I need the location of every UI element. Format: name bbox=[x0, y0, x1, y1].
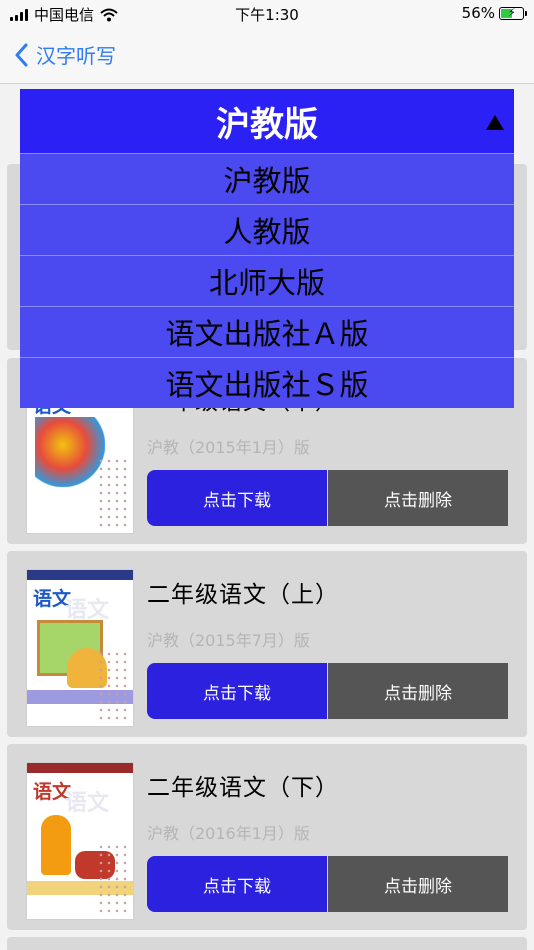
battery-icon: ⚡ bbox=[499, 5, 527, 20]
cover-grid bbox=[97, 843, 129, 913]
dropdown-option[interactable]: 沪教版 bbox=[20, 153, 514, 204]
dropdown-option[interactable]: 人教版 bbox=[20, 204, 514, 255]
back-button[interactable]: 汉字听写 bbox=[14, 40, 116, 69]
book-edition: 沪教（2015年1月）版 bbox=[147, 438, 310, 457]
download-button[interactable]: 点击下载 bbox=[147, 856, 327, 912]
cover-figure bbox=[41, 815, 71, 875]
book-card: 语文 语文 二年级语文（下） 沪教（2016年1月）版 点击下载 点击删除 bbox=[7, 744, 527, 930]
caret-up-icon bbox=[486, 115, 504, 130]
cover-grid bbox=[97, 650, 129, 720]
dropdown-header[interactable]: 沪教版 bbox=[20, 89, 514, 153]
cover-band bbox=[27, 570, 133, 580]
cover-grid bbox=[97, 457, 129, 527]
status-right: 56% ⚡ bbox=[461, 4, 527, 22]
book-cover: 语文 语文 bbox=[26, 762, 134, 920]
status-time: 下午1:30 bbox=[235, 6, 299, 24]
battery-cap bbox=[525, 10, 527, 16]
book-edition: 沪教（2015年7月）版 bbox=[147, 631, 310, 650]
dropdown-option[interactable]: 北师大版 bbox=[20, 255, 514, 306]
nav-bar: 汉字听写 bbox=[0, 28, 534, 84]
charging-icon: ⚡ bbox=[508, 5, 516, 19]
battery-percent: 56% bbox=[461, 4, 495, 22]
status-bar: 中国电信 下午1:30 56% ⚡ bbox=[0, 0, 534, 28]
download-button[interactable]: 点击下载 bbox=[147, 663, 327, 719]
cover-band bbox=[27, 763, 133, 773]
delete-button[interactable]: 点击删除 bbox=[328, 856, 508, 912]
dropdown-selected: 沪教版 bbox=[216, 104, 318, 145]
download-button[interactable]: 点击下载 bbox=[147, 470, 327, 526]
delete-button[interactable]: 点击删除 bbox=[328, 663, 508, 719]
book-card bbox=[7, 937, 527, 950]
book-title: 二年级语文（下） bbox=[147, 775, 339, 801]
book-cover: 语文 语文 bbox=[26, 569, 134, 727]
cover-illustration bbox=[35, 417, 105, 487]
dropdown-option[interactable]: 语文出版社Ｓ版 bbox=[20, 357, 514, 408]
edition-dropdown: 沪教版 沪教版 人教版 北师大版 语文出版社Ａ版 语文出版社Ｓ版 bbox=[20, 89, 514, 408]
delete-button[interactable]: 点击删除 bbox=[328, 470, 508, 526]
cover-watermark: 语文 bbox=[65, 791, 110, 816]
book-card: 语文 语文 二年级语文（上） 沪教（2015年7月）版 点击下载 点击删除 bbox=[7, 551, 527, 737]
book-edition: 沪教（2016年1月）版 bbox=[147, 824, 310, 843]
dropdown-option[interactable]: 语文出版社Ａ版 bbox=[20, 306, 514, 357]
book-title: 二年级语文（上） bbox=[147, 582, 339, 608]
back-label: 汉字听写 bbox=[36, 44, 116, 68]
chevron-left-icon bbox=[15, 43, 28, 66]
